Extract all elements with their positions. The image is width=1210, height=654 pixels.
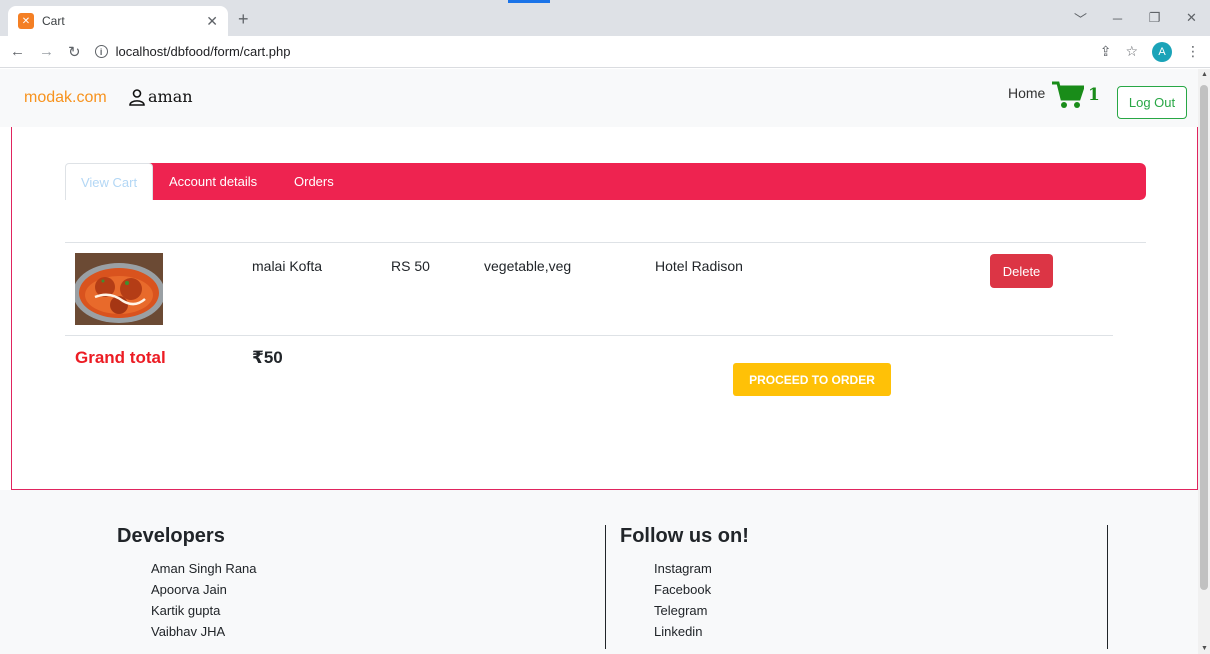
tab-view-cart[interactable]: View Cart [65, 163, 153, 200]
item-hotel: Hotel Radison [655, 258, 743, 274]
restore-icon[interactable]: ❐ [1136, 10, 1173, 26]
scroll-thumb[interactable] [1200, 85, 1208, 590]
loading-indicator [508, 0, 550, 3]
proceed-to-order-button[interactable]: PROCEED TO ORDER [733, 363, 891, 396]
browser-tabstrip: ✕ Cart ✕ + ﹀ ─ ❐ ✕ [0, 0, 1210, 36]
social-section: Follow us on! Instagram Facebook Telegra… [620, 525, 749, 642]
grand-total-value: ₹50 [252, 348, 283, 367]
tab-close-icon[interactable]: ✕ [206, 13, 218, 30]
tab-title: Cart [42, 14, 65, 28]
brand-logo[interactable]: modak.com [24, 89, 107, 107]
developer-item: Vaibhav JHA [151, 624, 226, 639]
window-controls: ﹀ ─ ❐ ✕ [1062, 0, 1210, 36]
page-scrollbar[interactable]: ▲ ▼ [1198, 69, 1210, 654]
social-link-facebook[interactable]: Facebook [620, 579, 749, 600]
minimize-icon[interactable]: ─ [1099, 11, 1136, 26]
follow-heading: Follow us on! [620, 525, 749, 547]
developer-item: Kartik gupta [151, 603, 221, 618]
new-tab-icon[interactable]: + [238, 9, 249, 30]
user-icon [129, 88, 145, 106]
social-link-telegram[interactable]: Telegram [620, 600, 749, 621]
delete-button[interactable]: Delete [990, 254, 1053, 288]
profile-avatar[interactable]: A [1152, 41, 1172, 62]
developer-item: Aman Singh Rana [151, 561, 257, 576]
social-link-instagram[interactable]: Instagram [620, 558, 749, 579]
item-category: vegetable,veg [484, 258, 572, 274]
back-icon[interactable]: ← [10, 43, 25, 60]
tab-search-icon[interactable]: ﹀ [1062, 9, 1099, 28]
row-divider [65, 335, 1113, 336]
footer: Developers Aman Singh Rana Apoorva Jain … [0, 490, 1198, 654]
user-display: aman [128, 87, 193, 106]
tab-account-details[interactable]: Account details [169, 163, 257, 200]
scroll-down-icon[interactable]: ▼ [1201, 645, 1208, 652]
tab-orders[interactable]: Orders [294, 163, 334, 200]
forward-icon[interactable]: → [39, 43, 54, 60]
username: aman [148, 87, 193, 106]
browser-tab[interactable]: ✕ Cart ✕ [8, 6, 228, 36]
menu-kebab-icon[interactable]: ⋮ [1186, 43, 1200, 60]
scroll-up-icon[interactable]: ▲ [1201, 71, 1208, 78]
developers-heading: Developers [117, 525, 225, 547]
cart-count: 1 [1088, 85, 1100, 105]
cart-link[interactable]: 1 [1052, 81, 1100, 109]
food-image [75, 253, 163, 325]
grand-total-label: Grand total [75, 348, 166, 367]
logout-button[interactable]: Log Out [1117, 86, 1187, 119]
xampp-favicon-icon: ✕ [18, 13, 34, 29]
address-bar: ← → ↻ i localhost/dbfood/form/cart.php ⇪… [0, 36, 1210, 68]
bookmark-star-icon[interactable]: ☆ [1125, 43, 1138, 60]
footer-divider [605, 525, 606, 649]
url-text: localhost/dbfood/form/cart.php [115, 44, 291, 59]
item-name: malai Kofta [252, 258, 323, 274]
site-navbar: modak.com aman Home 1 Log Out [0, 69, 1198, 127]
reload-icon[interactable]: ↻ [68, 43, 81, 61]
social-link-linkedin[interactable]: Linkedin [620, 621, 749, 642]
account-tabs: View Cart Account details Orders [65, 163, 1146, 200]
footer-divider [1107, 525, 1108, 649]
developers-section: Developers Aman Singh Rana Apoorva Jain … [117, 525, 257, 642]
shopping-cart-icon [1052, 81, 1084, 108]
url-field[interactable]: i localhost/dbfood/form/cart.php [94, 44, 1100, 59]
home-link[interactable]: Home [1008, 85, 1045, 101]
row-divider [65, 242, 1146, 243]
info-icon[interactable]: i [94, 45, 108, 58]
share-icon[interactable]: ⇪ [1100, 43, 1112, 60]
item-price: RS 50 [391, 258, 430, 274]
window-close-icon[interactable]: ✕ [1173, 10, 1210, 26]
developer-item: Apoorva Jain [151, 582, 227, 597]
